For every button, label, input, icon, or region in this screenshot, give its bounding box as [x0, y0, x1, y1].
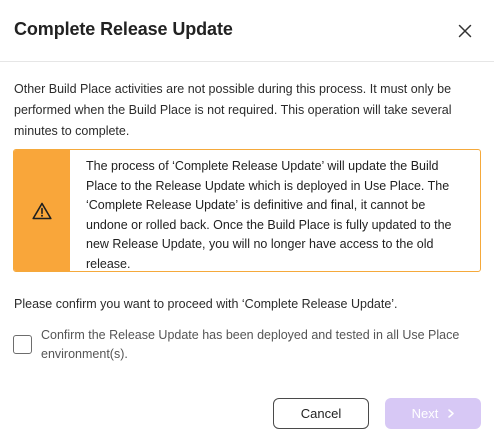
complete-release-update-dialog: Complete Release Update Other Build Plac… — [0, 0, 494, 443]
close-button[interactable] — [452, 18, 478, 44]
warning-callout: The process of ‘Complete Release Update’… — [13, 149, 481, 272]
warning-strip — [14, 150, 70, 271]
cancel-button[interactable]: Cancel — [273, 398, 369, 429]
confirm-checkbox-label[interactable]: Confirm the Release Update has been depl… — [41, 326, 471, 363]
next-button-label: Next — [411, 406, 439, 421]
dialog-title: Complete Release Update — [14, 19, 233, 39]
confirm-question: Please confirm you want to proceed with … — [14, 297, 398, 311]
warning-text: The process of ‘Complete Release Update’… — [86, 159, 452, 271]
dialog-header: Complete Release Update — [0, 0, 494, 62]
next-button[interactable]: Next — [385, 398, 481, 429]
intro-text: Other Build Place activities are not pos… — [14, 82, 452, 138]
confirm-checkbox[interactable] — [13, 335, 32, 354]
warning-triangle-icon — [32, 202, 52, 219]
cancel-button-label: Cancel — [300, 406, 342, 421]
close-icon — [458, 24, 472, 38]
chevron-right-icon — [448, 409, 455, 418]
